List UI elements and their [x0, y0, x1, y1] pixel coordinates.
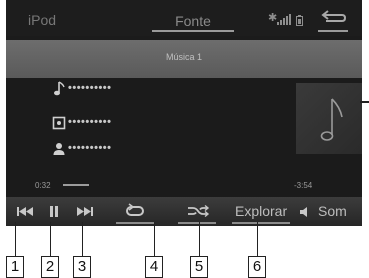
source-button-label: Fonte: [175, 13, 211, 29]
pause-button[interactable]: [42, 197, 66, 226]
song-row: ••••••••••: [52, 81, 172, 97]
control-bar: Explorar Som: [6, 197, 362, 226]
album-art-pointer: [360, 101, 369, 103]
callout-5: 5: [190, 256, 208, 278]
shuffle-underline: [178, 222, 216, 224]
callout-line-4: [154, 222, 155, 256]
explorar-underline: [232, 222, 290, 224]
battery-icon: [296, 15, 303, 26]
som-label: Som: [318, 203, 347, 219]
callout-line-2: [50, 222, 51, 256]
callout-2: 2: [41, 256, 59, 278]
next-track-button[interactable]: [70, 197, 100, 226]
back-button[interactable]: [314, 6, 352, 34]
album-row: ••••••••••: [52, 115, 172, 131]
artist-name: ••••••••••: [68, 142, 112, 154]
callout-line-3: [82, 222, 83, 256]
callout-line-1: [15, 222, 16, 256]
music-note-icon: [54, 81, 65, 96]
explorar-label: Explorar: [235, 203, 288, 219]
artist-row: ••••••••••: [52, 141, 172, 157]
progress-bar[interactable]: [63, 184, 283, 186]
source-band: Música 1: [6, 40, 362, 78]
source-button[interactable]: Fonte: [144, 8, 242, 34]
album-icon: [52, 116, 66, 130]
repeat-underline: [116, 222, 154, 224]
artist-icon: [53, 143, 65, 155]
repeat-button[interactable]: [112, 197, 158, 226]
remaining-time: -3:54: [294, 181, 313, 190]
pause-icon: [50, 206, 58, 217]
progress-fill: [63, 184, 90, 186]
top-bar: iPod Fonte ✱: [6, 0, 362, 36]
callout-1: 1: [6, 256, 24, 278]
music-note-icon: [320, 98, 343, 141]
bluetooth-icon: ✱: [268, 12, 278, 24]
back-arrow-icon: [321, 10, 347, 22]
album-art: [296, 83, 362, 154]
ipod-audio-screen: iPod Fonte ✱ Música 1 •••••••••• •••••••…: [6, 0, 362, 226]
som-button[interactable]: Som: [298, 197, 362, 226]
skip-next-icon: [77, 207, 93, 216]
shuffle-button[interactable]: [174, 197, 220, 226]
signal-icon: [277, 14, 291, 25]
callout-6: 6: [248, 256, 266, 278]
status-icons: ✱: [268, 12, 304, 26]
app-title: iPod: [28, 12, 57, 28]
album-title: ••••••••••: [68, 116, 112, 128]
source-label: Música 1: [165, 52, 202, 62]
speaker-icon: [300, 207, 307, 217]
callout-line-6: [257, 222, 258, 256]
callout-line-5: [199, 222, 200, 256]
song-title: ••••••••••: [68, 82, 112, 94]
callout-4: 4: [145, 256, 163, 278]
callout-3: 3: [73, 256, 91, 278]
explorar-button[interactable]: Explorar: [228, 197, 294, 226]
elapsed-time: 0:32: [35, 181, 51, 190]
